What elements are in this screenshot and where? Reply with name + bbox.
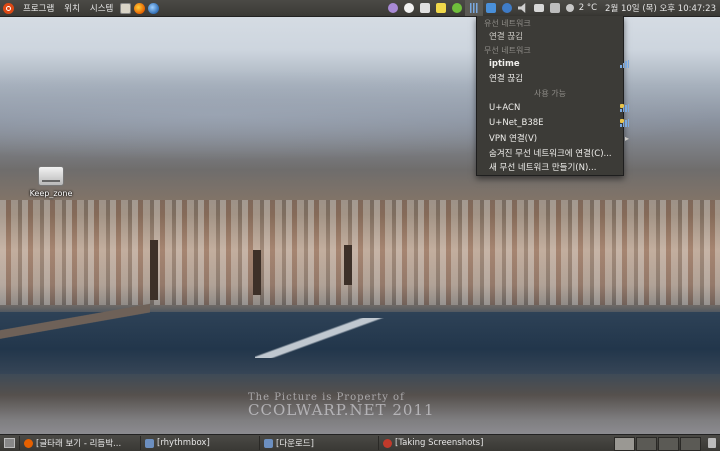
submenu-arrow-icon: ▸ [624,134,629,143]
bluetooth-icon[interactable] [501,3,512,13]
taskbar-item-downloads[interactable]: [다운로드] [259,436,376,450]
folder-icon [145,438,154,448]
menu-system[interactable]: 시스템 [85,2,118,14]
wallpaper-rooftops [0,200,720,305]
taskbar-item-rhythmbox[interactable]: [rhythmbox] [140,436,257,450]
download-icon[interactable] [419,3,430,13]
ubuntu-logo-icon[interactable] [3,2,14,14]
task-label: [rhythmbox] [157,438,210,448]
system-tray: 2 °C 2월 10일 (목) 오후 10:47:23 [385,0,720,16]
messaging-icon[interactable] [387,3,398,13]
workspace-4[interactable] [680,437,701,451]
wallpaper-weir [255,318,405,358]
network-menu: 유선 네트워크 연결 끊김 무선 네트워크 iptime 연결 끊김 사용 가능… [476,16,629,176]
desktop-icon-keep-zone[interactable]: Keep_zone [26,166,76,198]
network-app-icon[interactable] [147,2,159,14]
chat-bubble-icon[interactable] [403,3,414,13]
wifi-signal-icon [620,60,629,68]
help-icon [383,438,392,448]
evernote-icon[interactable] [451,3,462,13]
workspace-1[interactable] [614,437,635,451]
watermark-line-2: CCOLWARP.NET 2011 [248,401,435,419]
dropbox-icon[interactable] [485,3,496,13]
network-item-uplus-net-b38e[interactable]: U+Net_B38E [477,116,635,130]
task-label: [다운로드] [276,439,314,449]
connect-hidden-network-item[interactable]: 숨겨진 무선 네트워크에 연결(C)... [477,147,635,161]
task-label: [글타래 보기 - 리듬박... [36,439,122,449]
menu-places[interactable]: 위치 [59,2,85,14]
workspace-switcher [613,437,701,451]
wallpaper-bridge [0,300,150,340]
network-name: U+Net_B38E [489,118,544,128]
create-new-network-item[interactable]: 새 무선 네트워크 만들기(N)... [477,161,635,175]
notes-icon[interactable] [435,3,446,13]
volume-icon[interactable] [517,3,526,13]
home-folder-icon[interactable] [119,2,131,14]
wireless-network-header: 무선 네트워크 [484,46,531,55]
taskbar-item-taking-screenshots[interactable]: [Taking Screenshots] [378,436,497,450]
power-icon[interactable] [549,3,560,13]
taskbar-item-firefox[interactable]: [글타래 보기 - 리듬박... [19,436,138,450]
clock[interactable]: 2월 10일 (목) 오후 10:47:23 [601,2,720,14]
wifi-signal-icon [620,104,629,112]
workspace-2[interactable] [636,437,657,451]
wifi-signal-icon [620,119,629,127]
mail-icon[interactable] [533,4,544,12]
vpn-connections-item[interactable]: VPN 연결(V) ▸ [477,132,635,146]
wallpaper-tower [344,245,352,285]
top-panel: 프로그램 위치 시스템 2 °C 2월 10일 (목) 오후 10:47:23 [0,0,720,17]
network-item-iptime[interactable]: iptime [477,57,635,71]
network-name: iptime [489,59,520,69]
wallpaper-tower [150,240,158,300]
firefox-icon [24,438,33,448]
vpn-label: VPN 연결(V) [489,134,538,144]
network-name: U+ACN [489,103,521,113]
drive-icon [38,166,64,186]
wallpaper-tower [253,250,261,295]
desktop-icon-label: Keep_zone [29,189,73,198]
firefox-icon[interactable] [133,2,145,14]
workspace-3[interactable] [658,437,679,451]
temperature-label[interactable]: 2 °C [575,3,601,13]
network-item-uplus-acn[interactable]: U+ACN [477,101,635,115]
weather-icon [565,4,574,12]
wired-status: 연결 끊김 [489,32,523,42]
bottom-panel: [글타래 보기 - 리듬박... [rhythmbox] [다운로드] [Tak… [0,434,720,451]
folder-icon [264,438,273,448]
task-label: [Taking Screenshots] [395,438,484,448]
available-networks-header: 사용 가능 [534,89,566,98]
wifi-signal-icon [468,3,479,13]
menu-applications[interactable]: 프로그램 [18,2,59,14]
disconnect-item[interactable]: 연결 끊김 [477,72,635,86]
trash-icon[interactable] [708,438,716,448]
wired-network-header: 유선 네트워크 [484,19,531,28]
network-indicator[interactable] [464,0,483,16]
wallpaper-watermark: The Picture is Property of CCOLWARP.NET … [248,392,435,419]
show-desktop-icon[interactable] [4,438,15,448]
